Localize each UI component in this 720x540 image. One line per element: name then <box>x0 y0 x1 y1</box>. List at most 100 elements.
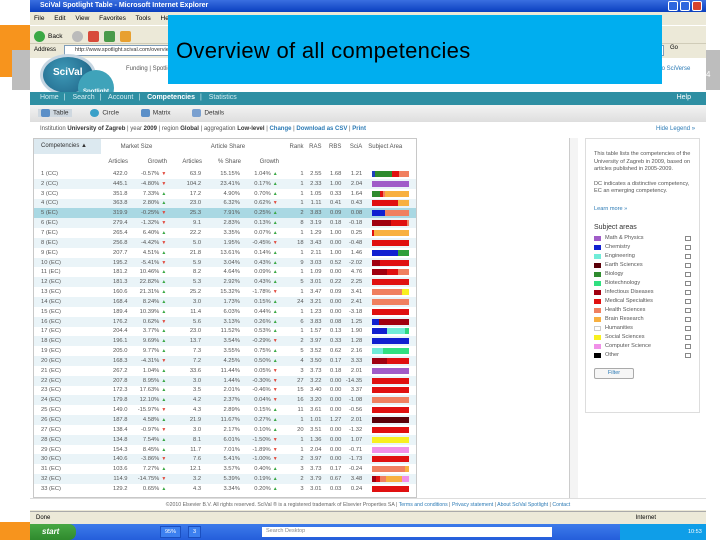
nav-competencies[interactable]: Competencies <box>147 94 195 101</box>
table-row[interactable]: 18 (EC) 196.1 9.69% ▲ 13.7 3.54% -0.29% ▼ 2 3.97 0… <box>34 336 416 347</box>
nav-statistics[interactable]: Statistics <box>209 94 237 101</box>
about-link[interactable]: About SciVal Spotlight <box>497 502 548 508</box>
table-row[interactable]: 21 (EC) 267.2 1.04% ▲ 33.6 11.44% 0.05% ▼ 3 3.73 0… <box>34 366 416 376</box>
change-link[interactable]: Change <box>269 126 291 132</box>
table-row[interactable]: 29 (EC) 154.3 8.45% ▲ 11.7 7.01% -1.89% ▼ 1 2.04 0… <box>34 445 416 455</box>
table-row[interactable]: 3 (CC) 351.8 7.33% ▲ 17.2 4.90% 0.70% ▲ 1 1.05 0.3… <box>34 189 416 199</box>
table-row[interactable]: 32 (EC) 114.9 -14.75% ▼ 3.2 5.39% 0.19% ▲ 2 3.79 0… <box>34 474 416 484</box>
toggle-checkbox[interactable] <box>685 316 691 322</box>
sciverse-link[interactable]: to SciVerse <box>660 66 690 72</box>
back-arrow-icon[interactable] <box>34 31 45 42</box>
sort-competencies-header[interactable]: Competencies ▲ <box>34 139 101 154</box>
table-row[interactable]: 30 (EC) 140.6 -3.86% ▼ 7.6 5.41% -1.00% ▼ 2 3.97 0… <box>34 454 416 465</box>
menu-favorites[interactable]: Favorites <box>99 15 126 22</box>
articles-header[interactable]: Articles <box>101 159 128 165</box>
toggle-checkbox[interactable] <box>685 325 691 331</box>
refresh-icon[interactable] <box>103 31 115 42</box>
rank-header[interactable]: Rank <box>284 144 304 150</box>
table-row[interactable]: 20 (EC) 168.3 -4.31% ▼ 7.2 4.25% 0.50% ▲ 4 3.50 0.… <box>34 356 416 366</box>
maximize-button[interactable] <box>680 1 690 11</box>
table-row[interactable]: 12 (EC) 181.3 22.82% ▲ 5.3 2.92% 0.43% ▲ 5 3.01 0.… <box>34 277 416 288</box>
menu-view[interactable]: View <box>75 15 89 22</box>
start-button[interactable]: start <box>30 524 76 540</box>
home-icon[interactable] <box>119 31 131 42</box>
table-row[interactable]: 13 (EC) 160.6 21.31% ▲ 25.2 15.32% -1.78% ▼ 1 3.4… <box>34 287 416 297</box>
minimize-button[interactable] <box>668 1 678 11</box>
table-row[interactable]: 15 (EC) 189.4 10.39% ▲ 11.4 6.03% 0.44% ▲ 1 1.23 0… <box>34 307 416 317</box>
table-row[interactable]: 25 (EC) 149.0 -15.97% ▼ 4.3 2.89% 0.15% ▲ 11 3.61… <box>34 405 416 415</box>
menu-edit[interactable]: Edit <box>54 15 65 22</box>
scia-header[interactable]: SciA <box>341 144 362 150</box>
toggle-checkbox[interactable] <box>685 298 691 304</box>
download-csv-link[interactable]: Download as CSV <box>296 126 347 132</box>
contact-link[interactable]: Contact <box>552 502 570 508</box>
toggle-checkbox[interactable] <box>685 352 691 358</box>
hide-legend-link[interactable]: Hide Legend » <box>656 126 695 132</box>
table-row[interactable]: 24 (EC) 179.8 12.10% ▲ 4.2 2.37% 0.04% ▼ 16 3.20 0… <box>34 395 416 406</box>
toggle-checkbox[interactable] <box>685 271 691 277</box>
table-row[interactable]: 31 (EC) 103.6 7.27% ▲ 12.1 3.57% 0.40% ▲ 3 3.73 0.… <box>34 464 416 474</box>
nav-account[interactable]: Account <box>108 94 133 101</box>
nav-home[interactable]: Home <box>40 94 59 101</box>
toggle-checkbox[interactable] <box>685 244 691 250</box>
toggle-checkbox[interactable] <box>685 289 691 295</box>
toggle-checkbox[interactable] <box>685 307 691 313</box>
toggle-checkbox[interactable] <box>685 280 691 286</box>
table-row[interactable]: 22 (EC) 207.8 8.95% ▲ 3.0 1.44% -0.30% ▼ 27 3.22 0… <box>34 375 416 386</box>
tab-table[interactable]: Table <box>38 109 72 117</box>
table-row[interactable]: 10 (EC) 195.2 -5.41% ▼ 5.9 3.04% 0.43% ▲ 9 3.03 0.… <box>34 257 416 268</box>
tab-matrix[interactable]: Matrix <box>138 109 174 117</box>
toggle-checkbox[interactable] <box>685 334 691 340</box>
table-row[interactable]: 6 (EC) 279.4 -1.32% ▼ 9.1 2.83% 0.13% ▲ 8 3.19 0.1… <box>34 218 416 229</box>
menu-tools[interactable]: Tools <box>136 15 151 22</box>
table-row[interactable]: 4 (CC) 363.8 2.80% ▲ 23.0 6.32% 0.62% ▼ 1 1.11 0.4… <box>34 198 416 209</box>
toggle-checkbox[interactable] <box>685 253 691 259</box>
table-row[interactable]: 17 (EC) 204.4 3.77% ▲ 23.0 11.52% 0.53% ▲ 1 1.57 0… <box>34 327 416 337</box>
stop-icon[interactable] <box>88 31 100 42</box>
menu-file[interactable]: File <box>34 15 44 22</box>
table-row[interactable]: 9 (EC) 207.7 4.51% ▲ 21.8 13.61% 0.14% ▲ 1 2.11 1.… <box>34 248 416 258</box>
share-growth: 0.70% <box>254 190 271 197</box>
table-row[interactable]: 19 (EC) 205.0 9.77% ▲ 7.3 3.55% 0.75% ▲ 5 3.52 0.6… <box>34 346 416 356</box>
close-button[interactable] <box>692 1 702 11</box>
table-row[interactable]: 1 (CC) 422.0 -0.57% ▼ 63.9 15.15% 1.04% ▲ 1 2.55 1… <box>34 169 416 179</box>
terms-link[interactable]: Terms and conditions <box>399 502 448 508</box>
toggle-checkbox[interactable] <box>685 235 691 241</box>
go-button[interactable]: Go <box>670 45 678 51</box>
table-row[interactable]: 5 (EC) 319.9 -0.25% ▼ 25.3 7.91% 0.25% ▲ 2 3.83 0.… <box>34 208 416 219</box>
table-row[interactable]: 28 (EC) 134.8 7.54% ▲ 8.1 6.01% -1.50% ▼ 1 1.36 0.… <box>34 434 416 445</box>
table-row[interactable]: 2 (CC) 445.1 -4.80% ▼ 104.2 23.41% 0.17% ▲ 1 2.33… <box>34 178 416 189</box>
toggle-checkbox[interactable] <box>685 262 691 268</box>
filter-button[interactable]: Filter <box>594 367 634 379</box>
table-row[interactable]: 33 (EC) 129.2 0.65% ▲ 4.3 3.34% 0.20% ▲ 3 3.01 0.0… <box>34 484 416 494</box>
table-row[interactable]: 7 (EC) 265.4 6.40% ▲ 22.2 3.35% 0.07% ▲ 1 1.29 1.0… <box>34 228 416 238</box>
ras-header[interactable]: RAS <box>304 144 321 150</box>
back-button[interactable]: Back <box>48 33 62 40</box>
pct-share-header[interactable]: % Share <box>202 159 241 165</box>
vertical-scrollbar[interactable] <box>569 138 578 498</box>
tab-circle[interactable]: Circle <box>87 109 122 117</box>
rbs-header[interactable]: RBS <box>321 144 341 150</box>
table-row[interactable]: 14 (EC) 168.4 8.24% ▲ 3.0 1.73% 0.15% ▲ 24 3.21 0.… <box>34 296 416 307</box>
table-row[interactable]: 11 (EC) 181.2 10.46% ▲ 8.2 4.64% 0.09% ▲ 1 1.09 0.… <box>34 267 416 277</box>
print-link[interactable]: Print <box>352 126 366 132</box>
toggle-checkbox[interactable] <box>685 343 691 349</box>
table-row[interactable]: 27 (EC) 138.4 -0.97% ▼ 3.0 2.17% 0.10% ▲ 20 3.51 0… <box>34 425 416 435</box>
taskbar-item[interactable]: 95% <box>160 526 182 538</box>
table-row[interactable]: 26 (EC) 187.8 4.58% ▲ 21.9 11.67% 0.27% ▲ 1 1.01 1… <box>34 415 416 425</box>
share-articles-header[interactable]: Articles <box>173 159 202 165</box>
subject-area-bar <box>372 190 409 197</box>
growth-header[interactable]: Growth <box>128 159 173 165</box>
table-row[interactable]: 16 (EC) 176.2 0.62% ▼ 5.6 3.13% 0.26% ▲ 6 3.83 0.0… <box>34 316 416 327</box>
table-row[interactable]: 23 (EC) 172.3 17.63% ▲ 3.5 2.01% -0.46% ▼ 15 3.40… <box>34 386 416 396</box>
desktop-search-input[interactable]: Search Desktop <box>262 527 552 537</box>
learn-more-link[interactable]: Learn more » <box>594 206 691 212</box>
nav-search[interactable]: Search <box>72 94 94 101</box>
nav-help[interactable]: Help <box>677 94 691 101</box>
table-row[interactable]: 8 (EC) 256.8 -4.42% ▼ 5.0 1.95% -0.45% ▼ 18 3.43 0… <box>34 237 416 248</box>
share-growth-header[interactable]: Growth <box>241 159 285 165</box>
taskbar-item[interactable]: 3 <box>188 526 202 538</box>
privacy-link[interactable]: Privacy statement <box>452 502 493 508</box>
forward-arrow-icon[interactable] <box>72 31 84 42</box>
tab-details[interactable]: Details <box>189 109 227 117</box>
